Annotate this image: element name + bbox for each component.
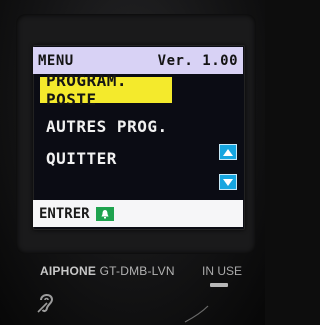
menu-header: MENU Ver. 1.00 — [33, 47, 243, 74]
glare-highlight — [184, 305, 209, 323]
scroll-up-button[interactable] — [219, 144, 237, 160]
brand-label: AIPHONE GT-DMB-LVN — [40, 264, 175, 278]
arrow-down-icon — [223, 178, 233, 186]
enter-button[interactable] — [95, 206, 114, 221]
hearing-loop-icon — [37, 294, 54, 313]
bell-icon — [101, 209, 109, 218]
enter-label: ENTRER — [39, 205, 90, 222]
intercom-panel: MENU Ver. 1.00 PROGRAM. POSTE AUTRES PRO… — [0, 0, 265, 325]
in-use-led — [210, 283, 228, 287]
menu-item-quitter[interactable]: QUITTER — [40, 145, 172, 171]
menu-item-program-poste[interactable]: PROGRAM. POSTE — [40, 71, 172, 109]
version-label: Ver. 1.00 — [157, 52, 238, 69]
in-use-label: IN USE — [202, 264, 243, 278]
menu-item-autres-prog[interactable]: AUTRES PROG. — [40, 113, 172, 139]
model-name: GT-DMB-LVN — [99, 264, 175, 278]
menu-item-label: AUTRES PROG. — [46, 116, 168, 136]
brand-name: AIPHONE — [40, 264, 97, 278]
arrow-up-icon — [223, 148, 233, 156]
menu-item-label: PROGRAM. POSTE — [46, 71, 128, 109]
menu-item-label: QUITTER — [46, 148, 117, 168]
scroll-down-button[interactable] — [219, 174, 237, 190]
menu-title: MENU — [38, 52, 74, 69]
footer-bar: ENTRER — [33, 200, 243, 227]
